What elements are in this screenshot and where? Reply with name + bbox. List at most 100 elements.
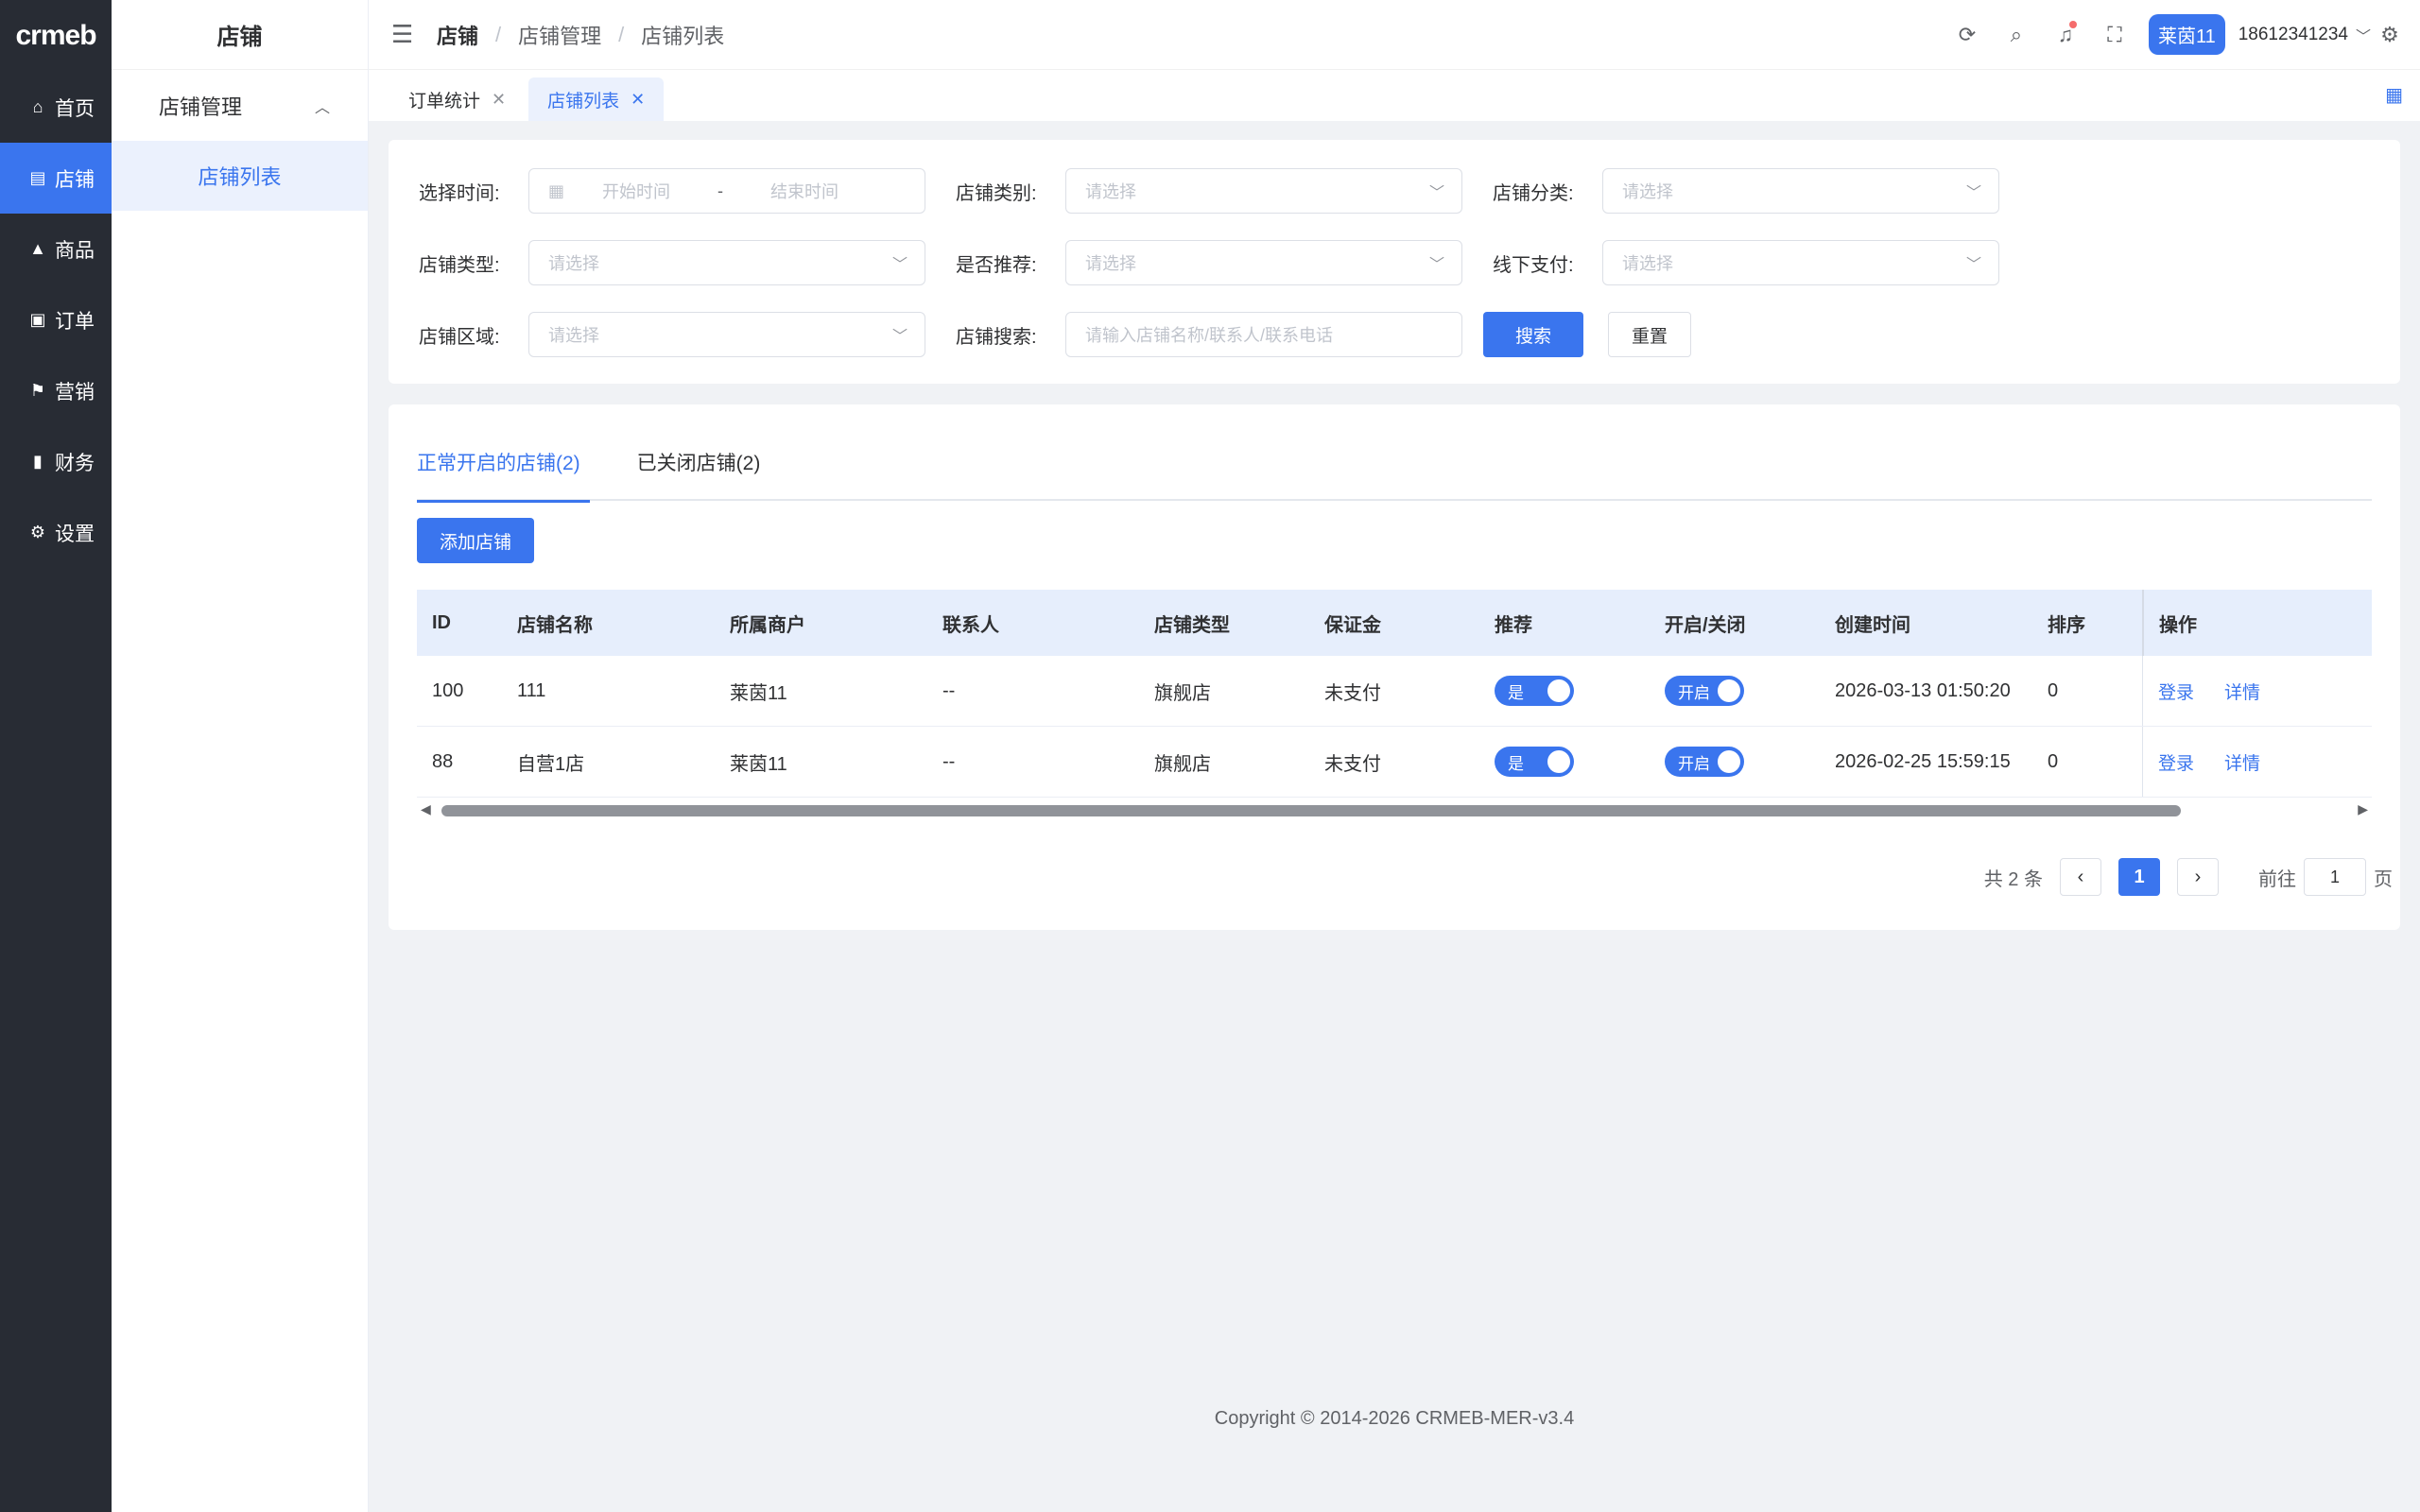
cell-deposit: 未支付 xyxy=(1324,753,1381,775)
classify-select[interactable]: 请选择 ﹀ xyxy=(1602,168,1999,214)
nav-label: 订单 xyxy=(55,310,95,333)
nav-label: 财务 xyxy=(55,452,95,474)
nav-item-product[interactable]: ▲ 商品 xyxy=(0,214,112,284)
table-row: 100 111 莱茵11 -- 旗舰店 未支付 是 开启 2026-03-13 … xyxy=(417,656,2372,727)
goto-page-input[interactable]: 1 xyxy=(2304,858,2366,896)
nav-item-marketing[interactable]: ⚑ 营销 xyxy=(0,355,112,426)
login-link[interactable]: 登录 xyxy=(2158,749,2194,775)
crmeb-logo[interactable]: crmeb xyxy=(0,0,112,72)
column-header: 创建时间 xyxy=(1835,614,1910,636)
nav-item-store[interactable]: ▤ 店铺 xyxy=(0,143,112,214)
page-suffix: 页 xyxy=(2374,868,2393,890)
tab-open-stores[interactable]: 正常开启的店铺(2) xyxy=(417,444,590,503)
submenu-item-store-list[interactable]: 店铺列表 xyxy=(112,141,368,211)
search-icon[interactable]: ⌕ xyxy=(1992,23,2041,47)
scroll-left-arrow-icon[interactable]: ◀ xyxy=(421,801,431,817)
breadcrumb-item[interactable]: 店铺 xyxy=(437,20,478,50)
open-toggle[interactable]: 开启 xyxy=(1665,747,1744,777)
chevron-down-icon: ﹀ xyxy=(1965,257,1981,273)
open-toggle[interactable]: 开启 xyxy=(1665,676,1744,706)
refresh-icon[interactable]: ⟳ xyxy=(1943,23,1992,47)
next-page-button[interactable]: › xyxy=(2177,858,2219,896)
filter-region: 店铺区域: 请选择 ﹀ xyxy=(419,312,925,357)
bar-chart-icon: ▮ xyxy=(33,452,43,471)
visited-tab-order-stats[interactable]: 订单统计 ✕ xyxy=(389,77,525,121)
category-select[interactable]: 请选择 ﹀ xyxy=(1065,168,1462,214)
date-range-picker[interactable]: ▦ 开始时间 - 结束时间 xyxy=(528,168,925,214)
home-icon: ⌂ xyxy=(32,97,43,116)
clipboard-icon: ▣ xyxy=(29,310,46,329)
chevron-down-icon: ﹀ xyxy=(1965,185,1981,201)
grid-menu-icon[interactable]: ▦ xyxy=(2385,83,2403,107)
recommend-toggle[interactable]: 是 xyxy=(1495,676,1574,706)
region-select[interactable]: 请选择 ﹀ xyxy=(528,312,925,357)
end-date-input[interactable]: 结束时间 xyxy=(770,179,838,203)
filter-row-1: 选择时间: ▦ 开始时间 - 结束时间 店铺类别: 请选择 ﹀ 店铺分类: 请选择… xyxy=(419,168,2030,214)
visited-tabs-bar: 订单统计 ✕ 店铺列表 ✕ ▦ xyxy=(369,70,2420,121)
filter-label: 店铺类别: xyxy=(956,182,1037,204)
header-actions: ⟳ ⌕ ♫ ⛶ 莱茵11 18612341234 ﹀ ⚙ xyxy=(1943,14,2409,55)
toggle-knob xyxy=(1718,750,1740,773)
offline-pay-select[interactable]: 请选择 ﹀ xyxy=(1602,240,1999,285)
filter-recommend: 是否推荐: 请选择 ﹀ xyxy=(956,240,1462,285)
toggle-label: 开启 xyxy=(1678,683,1710,702)
scrollbar-thumb[interactable] xyxy=(441,805,2181,816)
close-icon[interactable]: ✕ xyxy=(492,90,506,110)
add-store-button[interactable]: 添加店铺 xyxy=(417,518,535,563)
table-horizontal-scrollbar[interactable]: ◀ ▶ xyxy=(417,801,2372,820)
filter-label: 是否推荐: xyxy=(956,254,1037,276)
sub-menu: 店铺 店铺管理 ︿ 店铺列表 xyxy=(112,0,369,1512)
filter-type: 店铺类型: 请选择 ﹀ xyxy=(419,240,925,285)
goto-label: 前往 xyxy=(2258,868,2296,890)
visited-tab-label: 订单统计 xyxy=(408,91,481,112)
recommend-toggle[interactable]: 是 xyxy=(1495,747,1574,777)
user-avatar-badge[interactable]: 莱茵11 xyxy=(2148,14,2225,55)
fullscreen-icon[interactable]: ⛶ xyxy=(2090,23,2139,47)
nav-item-finance[interactable]: ▮ 财务 xyxy=(0,426,112,497)
prev-page-button[interactable]: ‹ xyxy=(2060,858,2101,896)
scroll-right-arrow-icon[interactable]: ▶ xyxy=(2358,801,2368,817)
menu-collapse-icon[interactable]: ☰ xyxy=(391,20,425,49)
detail-link[interactable]: 详情 xyxy=(2224,749,2260,775)
close-icon[interactable]: ✕ xyxy=(631,90,645,110)
visited-tab-label: 店铺列表 xyxy=(547,91,620,112)
toggle-knob xyxy=(1718,679,1740,702)
page-number-button[interactable]: 1 xyxy=(2118,858,2160,896)
column-header: 排序 xyxy=(2048,614,2085,636)
settings-gear-icon[interactable]: ⚙ xyxy=(2371,23,2409,47)
select-placeholder: 请选择 xyxy=(548,326,599,345)
main-nav-rail: crmeb ⌂ 首页 ▤ 店铺 ▲ 商品 ▣ 订单 ⚑ 营销 ▮ 财务 ⚙ 设置 xyxy=(0,0,112,1512)
filter-label: 店铺分类: xyxy=(1493,182,1574,204)
detail-link[interactable]: 详情 xyxy=(2224,679,2260,704)
login-link[interactable]: 登录 xyxy=(2158,679,2194,704)
bell-icon[interactable]: ♫ xyxy=(2041,20,2090,47)
nav-item-home[interactable]: ⌂ 首页 xyxy=(0,72,112,143)
recommend-select[interactable]: 请选择 ﹀ xyxy=(1065,240,1462,285)
search-button[interactable]: 搜索 xyxy=(1483,312,1584,357)
user-phone[interactable]: 18612341234 xyxy=(2238,25,2348,45)
nav-item-settings[interactable]: ⚙ 设置 xyxy=(0,497,112,568)
reset-button[interactable]: 重置 xyxy=(1608,312,1692,357)
cell-created-time: 2026-03-13 01:50:20 xyxy=(1835,679,2011,701)
visited-tab-store-list[interactable]: 店铺列表 ✕ xyxy=(528,77,665,121)
breadcrumb-item[interactable]: 店铺管理 xyxy=(518,20,601,50)
tab-closed-stores[interactable]: 已关闭店铺(2) xyxy=(637,444,761,501)
store-search-input[interactable]: 请输入店铺名称/联系人/联系电话 xyxy=(1065,312,1462,357)
toggle-knob xyxy=(1547,679,1570,702)
select-placeholder: 请选择 xyxy=(1085,254,1136,273)
breadcrumb: 店铺 / 店铺管理 / 店铺列表 xyxy=(437,20,724,50)
top-header: ☰ 店铺 / 店铺管理 / 店铺列表 ⟳ ⌕ ♫ ⛶ 莱茵11 18612341… xyxy=(369,0,2420,70)
chevron-down-icon: ﹀ xyxy=(1428,257,1444,273)
nav-label: 商品 xyxy=(55,239,95,262)
cell-actions: 登录 详情 xyxy=(2142,727,2372,797)
chevron-down-icon[interactable]: ﹀ xyxy=(2356,24,2371,46)
filter-offline-pay: 线下支付: 请选择 ﹀ xyxy=(1493,240,1999,285)
start-date-input[interactable]: 开始时间 xyxy=(602,179,670,203)
type-select[interactable]: 请选择 ﹀ xyxy=(528,240,925,285)
nav-label: 设置 xyxy=(55,523,95,545)
cell-deposit: 未支付 xyxy=(1324,682,1381,704)
nav-item-order[interactable]: ▣ 订单 xyxy=(0,284,112,355)
filter-search: 店铺搜索: 请输入店铺名称/联系人/联系电话 xyxy=(956,312,1462,357)
filter-label: 线下支付: xyxy=(1493,254,1574,276)
submenu-group-store-management[interactable]: 店铺管理 ︿ xyxy=(112,70,368,141)
